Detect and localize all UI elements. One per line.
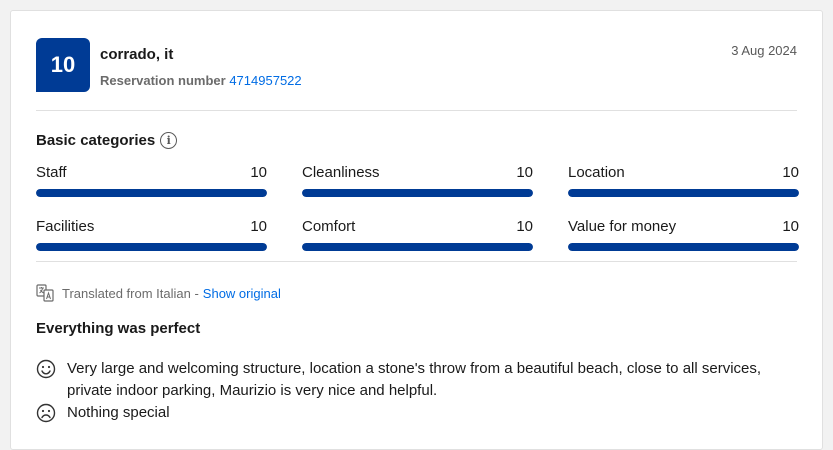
score-bar-fill [302, 243, 533, 251]
category-label: Comfort [302, 218, 356, 235]
reservation-label: Reservation number [100, 73, 226, 88]
category-score: 10 [516, 164, 533, 181]
review-title: Everything was perfect [36, 320, 201, 337]
positive-review: Very large and welcoming structure, loca… [36, 358, 801, 402]
translation-notice: Translated from Italian - Show original [36, 284, 281, 302]
categories-title: Basic categories [36, 132, 156, 149]
score-bar [302, 243, 533, 251]
reservation-number-link[interactable]: 4714957522 [229, 73, 301, 88]
divider [36, 261, 797, 262]
category-score: 10 [250, 164, 267, 181]
review-date: 3 Aug 2024 [731, 43, 797, 58]
show-original-link[interactable]: Show original [203, 286, 281, 301]
score-bar-fill [36, 243, 267, 251]
review-card: 10 corrado, it Reservation number 471495… [10, 10, 823, 450]
category-label: Cleanliness [302, 164, 380, 181]
categories-heading: Basic categories i [36, 132, 178, 149]
translation-text: Translated from Italian - [62, 285, 199, 301]
category-label: Staff [36, 164, 67, 181]
score-bar-fill [568, 189, 799, 197]
score-bar-fill [568, 243, 799, 251]
category-score: 10 [782, 164, 799, 181]
category-score: 10 [516, 218, 533, 235]
category-score: 10 [250, 218, 267, 235]
score-bar-fill [36, 189, 267, 197]
score-bar-fill [302, 189, 533, 197]
category-label: Location [568, 164, 625, 181]
reservation-info: Reservation number 4714957522 [100, 73, 302, 88]
review-header: 10 corrado, it Reservation number 471495… [36, 38, 797, 108]
category-label: Facilities [36, 218, 95, 235]
reviewer-name: corrado, it [100, 46, 174, 63]
score-bar [568, 189, 799, 197]
category-score: 10 [782, 218, 799, 235]
smile-face-icon [36, 359, 56, 379]
category-label: Value for money [568, 218, 677, 235]
score-bar [302, 189, 533, 197]
positive-text: Very large and welcoming structure, loca… [67, 360, 762, 399]
sad-face-icon [36, 403, 56, 423]
divider [36, 110, 797, 111]
info-icon[interactable]: i [160, 132, 178, 149]
score-bar [36, 189, 267, 197]
score-badge: 10 [36, 38, 90, 92]
negative-review: Nothing special [36, 402, 801, 424]
score-bar [568, 243, 799, 251]
translate-icon [36, 284, 54, 302]
negative-text: Nothing special [67, 404, 170, 421]
score-bar [36, 243, 267, 251]
